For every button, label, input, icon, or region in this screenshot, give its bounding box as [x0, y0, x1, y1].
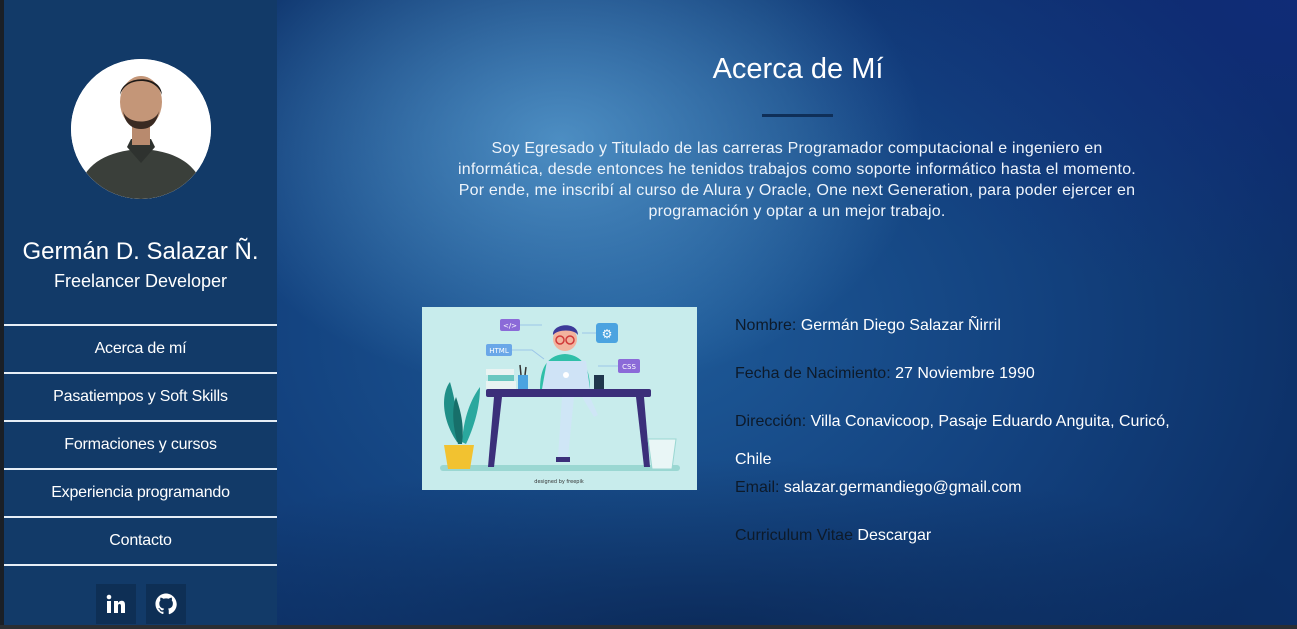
window-edge [0, 0, 4, 629]
section-title: Acerca de Mí [712, 53, 884, 85]
social-links [96, 584, 186, 624]
avatar-photo [71, 59, 211, 199]
nav-item-acerca[interactable]: Acerca de mí [4, 326, 277, 374]
info-birth-value: 27 Noviembre 1990 [895, 365, 1035, 382]
profile-name: Germán D. Salazar Ñ. [22, 238, 259, 265]
info-address-value2: Chile [735, 451, 772, 468]
info-address-label: Dirección: [735, 413, 807, 430]
info-email-value[interactable]: salazar.germandiego@gmail.com [784, 479, 1022, 496]
info-cv: Curriculum Vitae Descargar [735, 517, 1195, 555]
info-birth: Fecha de Nacimiento: 27 Noviembre 1990 [735, 355, 1195, 393]
nav-item-contacto[interactable]: Contacto [4, 518, 277, 566]
github-icon [155, 593, 177, 615]
gear-icon: ⚙ [602, 327, 613, 341]
about-section: Acerca de Mí Soy Egresado y Titulado de … [277, 0, 1297, 629]
info-name-value: Germán Diego Salazar Ñirril [800, 317, 1001, 334]
tag-html: HTML [489, 347, 509, 355]
linkedin-button[interactable] [96, 584, 136, 624]
info-name-label: Nombre: [735, 317, 797, 334]
github-button[interactable] [146, 584, 186, 624]
about-intro: Soy Egresado y Titulado de las carreras … [458, 140, 1136, 220]
tag-code: </> [503, 322, 517, 330]
developer-illustration: </> HTML ⚙ CSS designed by freepik [422, 307, 697, 490]
title-underline [762, 114, 833, 117]
avatar [71, 59, 211, 199]
cv-download-link[interactable]: Descargar [857, 527, 931, 544]
info-address-value: Villa Conavicoop, Pasaje Eduardo Anguita… [810, 413, 1170, 430]
bottom-scrollbar [0, 625, 1297, 629]
info-email: Email: salazar.germandiego@gmail.com [735, 469, 1195, 507]
freepik-credit: designed by freepik [534, 479, 584, 485]
sidebar: Germán D. Salazar Ñ. Freelancer Develope… [4, 0, 277, 629]
info-address: Dirección: Villa Conavicoop, Pasaje Edua… [735, 403, 1195, 441]
nav-item-formaciones[interactable]: Formaciones y cursos [4, 422, 277, 470]
developer-illustration-art: </> HTML ⚙ CSS designed by freepik [422, 307, 697, 490]
info-name: Nombre: Germán Diego Salazar Ñirril [735, 307, 1195, 345]
profile-role: Freelancer Developer [53, 271, 228, 291]
nav-item-pasatiempos[interactable]: Pasatiempos y Soft Skills [4, 374, 277, 422]
sidebar-nav: Acerca de mí Pasatiempos y Soft Skills F… [4, 324, 277, 566]
info-birth-label: Fecha de Nacimiento: [735, 365, 891, 382]
info-cv-label: Curriculum Vitae [735, 527, 853, 544]
tag-css: CSS [622, 363, 636, 371]
nav-item-experiencia[interactable]: Experiencia programando [4, 470, 277, 518]
info-email-label: Email: [735, 479, 780, 496]
linkedin-icon [106, 594, 125, 613]
